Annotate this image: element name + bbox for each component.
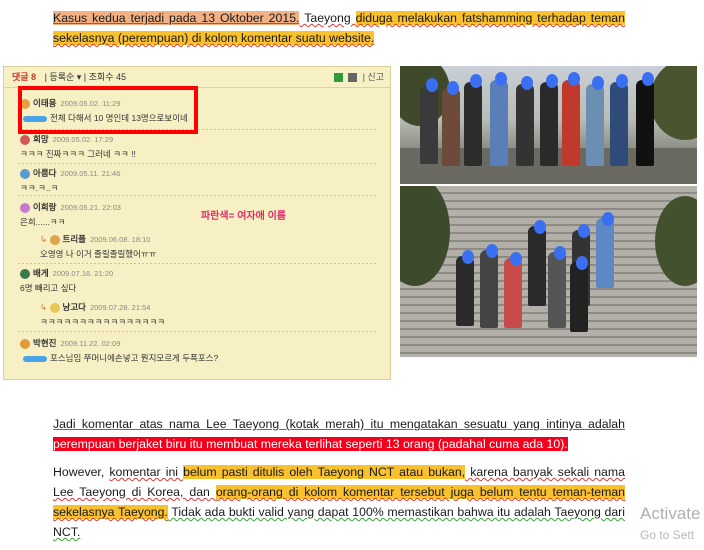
comment-author: 이희랑: [33, 202, 57, 212]
comment-count: 댓글 8: [12, 72, 37, 82]
comment-item: 배게 2009.07.16. 21:20 6명 빼리고 싶다: [20, 267, 113, 294]
comment-text: ㅋㅋㅋ 진짜ㅋㅋㅋ 그러네 ㅋㅋ !!: [20, 149, 136, 159]
annotation-label: 파란색= 여자애 이름: [201, 211, 286, 222]
comment-date: 2009.07.16. 21:20: [52, 269, 114, 278]
intro-date-text: Kasus kedua terjadi pada 13 Oktober 2015…: [53, 11, 300, 25]
red-highlight-box: [18, 86, 198, 134]
disclaimer-comment: komentar ini: [109, 465, 184, 479]
comment-sort: | 등록순 ▾ | 조회수 45: [44, 72, 126, 82]
comment-text: 은희......ㅋㅋ: [20, 217, 66, 227]
paragraph-explanation: Jadi komentar atas nama Lee Taeyong (kot…: [53, 414, 625, 454]
paragraph-disclaimer: However, komentar ini belum pasti dituli…: [53, 462, 626, 542]
activate-windows-watermark: Activate: [640, 504, 701, 523]
comment-header: 댓글 8 | 등록순 ▾ | 조회수 45 | 신고: [4, 67, 390, 88]
comment-reply: ↳ 트리플 2009.06.08. 18:10 오영영 나 이거 졸릴졸릴했어ㅠㅠ: [40, 233, 157, 260]
reply-arrow-icon: ↳: [40, 234, 48, 244]
comment-date: 2009.11.22. 02:09: [60, 339, 121, 348]
comment-header-right: | 신고: [333, 67, 384, 87]
group-photo-steps: [400, 186, 697, 357]
activate-windows-sub: Go to Sett: [640, 528, 695, 542]
avatar-icon: [20, 168, 30, 179]
comment-author: 희망: [33, 134, 49, 144]
comment-item: 박현진 2009.11.22. 02:09 포스님임 쭈머니에손넣고 뭔지모르게 …: [20, 337, 218, 364]
comment-date: 2009.07.28. 21:54: [89, 303, 151, 312]
comment-screenshot: 댓글 8 | 등록순 ▾ | 조회수 45 | 신고 이태용 2009.05.02…: [3, 66, 391, 380]
avatar-icon: [20, 202, 30, 213]
avatar-icon: [49, 234, 60, 245]
comment-author: 박현진: [33, 338, 57, 348]
comment-date: 2009.05.21. 22:03: [60, 203, 121, 212]
comment-date: 2009.06.08. 18:10: [89, 235, 151, 244]
green-square-icon: [333, 73, 343, 83]
comment-reply: ↳ 낭고다 2009.07.28. 21:54 ㅋㅋㅋㅋㅋㅋㅋㅋㅋㅋㅋㅋㅋㅋㅋㅋ: [40, 301, 165, 328]
avatar-icon: [20, 134, 30, 145]
comment-text: 오영영 나 이거 졸릴졸릴했어ㅠㅠ: [40, 249, 157, 259]
comment-item: 이희랑 2009.05.21. 22:03 은희......ㅋㅋ: [20, 201, 121, 228]
avatar-icon: [20, 338, 30, 349]
comment-text: ㅋㅋㅋㅋㅋㅋㅋㅋㅋㅋㅋㅋㅋㅋㅋㅋ: [40, 317, 166, 327]
avatar-icon: [20, 268, 30, 279]
redacted-name-icon: [23, 355, 47, 362]
comment-text: ㅋㅋ.ㅋ..ㅋ: [20, 183, 59, 193]
disclaimer-highlight-1: belum pasti ditulis oleh Taeyong NCT ata…: [183, 465, 466, 479]
paragraph-intro: Kasus kedua terjadi pada 13 Oktober 2015…: [53, 8, 625, 48]
comment-date: 2009.05.02. 17:29: [52, 135, 114, 144]
comment-author: 배게: [33, 268, 49, 278]
report-link: | 신고: [362, 72, 384, 82]
explanation-text: Jadi komentar atas nama Lee Taeyong (kot…: [53, 417, 625, 431]
comment-item: 희망 2009.05.02. 17:29 ㅋㅋㅋ 진짜ㅋㅋㅋ 그러네 ㅋㅋ !!: [20, 133, 136, 160]
comment-author: 낭고다: [62, 302, 86, 312]
comment-date: 2009.05.11. 21:46: [60, 169, 121, 178]
explanation-highlight: perempuan berjaket biru itu membuat mere…: [53, 437, 568, 451]
disclaimer-however: However,: [53, 465, 110, 479]
comment-text: 6명 빼리고 싶다: [20, 283, 77, 293]
comment-text: 포스님임 쭈머니에손넣고 뭔지모르게 두폭포스?: [50, 353, 219, 363]
avatar-icon: [49, 302, 60, 313]
group-photo-standing: [400, 66, 697, 184]
comment-author: 아름다: [33, 168, 57, 178]
intro-name: Taeyong: [299, 11, 356, 25]
reply-arrow-icon: ↳: [40, 302, 48, 312]
grey-square-icon: [348, 73, 358, 83]
comment-item: 아름다 2009.05.11. 21:46 ㅋㅋ.ㅋ..ㅋ: [20, 167, 120, 194]
comment-author: 트리플: [62, 234, 86, 244]
